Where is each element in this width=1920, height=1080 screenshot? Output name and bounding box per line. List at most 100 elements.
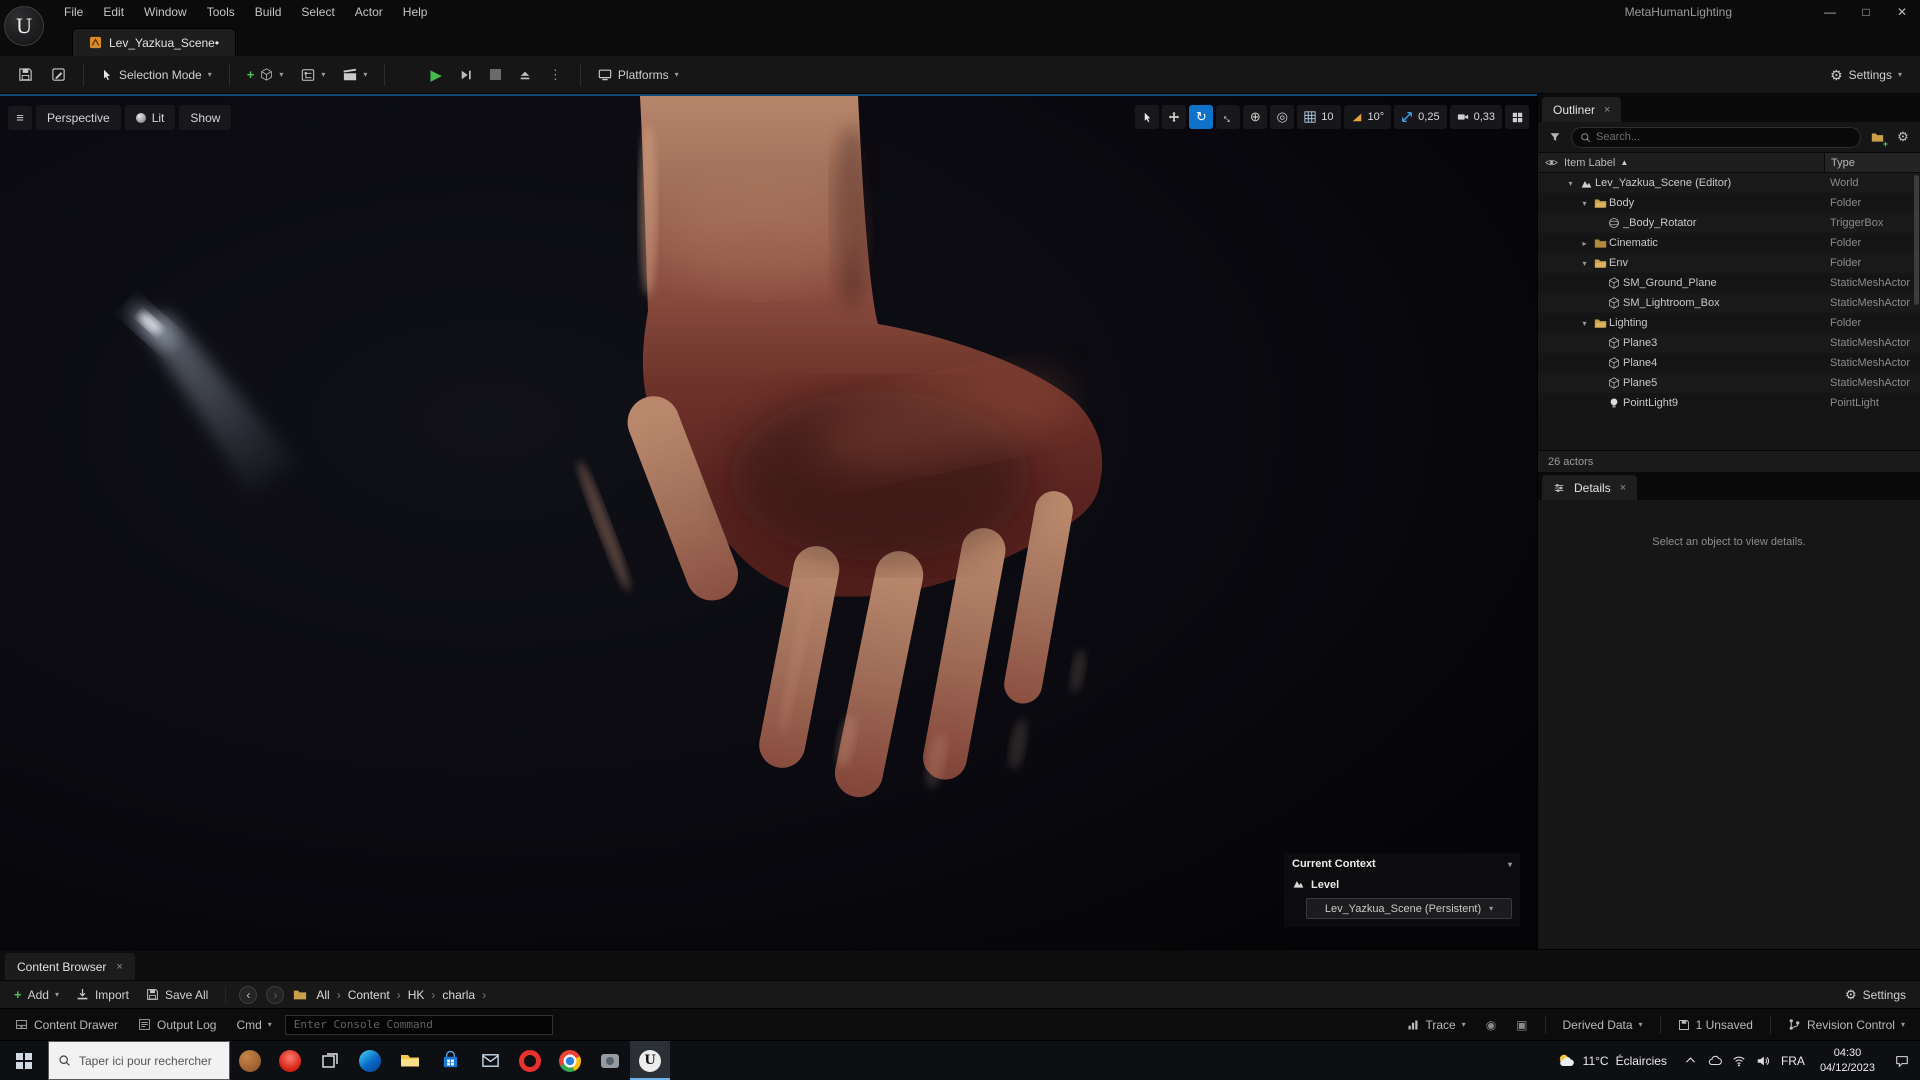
new-folder-button[interactable]: + [1867,127,1887,147]
menu-tools[interactable]: Tools [197,0,245,24]
outliner-scrollbar[interactable] [1914,175,1919,305]
outliner-row[interactable]: Plane4StaticMeshActor [1538,353,1920,373]
scale-tool-button[interactable]: ↔ [1216,105,1240,129]
outliner-row[interactable]: Plane5StaticMeshActor [1538,373,1920,393]
outliner-row[interactable]: ▾LightingFolder [1538,313,1920,333]
play-button[interactable]: ▶ [422,60,450,90]
perspective-dropdown[interactable]: Perspective [36,105,121,130]
settings-dropdown[interactable]: ⚙ Settings ▾ [1822,60,1910,90]
viewport-layout-button[interactable] [1505,105,1529,129]
rotate-tool-button[interactable]: ↻ [1189,105,1213,129]
save-all-button[interactable]: Save All [142,983,212,1007]
editor-modes-button[interactable] [43,60,74,90]
taskbar-search[interactable] [48,1041,230,1080]
outliner-row[interactable]: ▾EnvFolder [1538,253,1920,273]
start-button[interactable] [0,1041,48,1080]
unreal-logo[interactable]: U [4,6,44,46]
outliner-row[interactable]: SM_Ground_PlaneStaticMeshActor [1538,273,1920,293]
cmd-dropdown[interactable]: Cmd ▾ [229,1013,278,1037]
outliner-search-input[interactable] [1596,131,1852,143]
taskbar-mail[interactable] [470,1041,510,1080]
level-viewport[interactable]: ≡ Perspective Lit Show ↻ ↔ ⊕ ◎ 10 [0,94,1537,949]
breadcrumb-all[interactable]: All [316,988,329,1002]
close-icon[interactable]: × [1604,104,1610,116]
taskbar-microsoft-store[interactable] [430,1041,470,1080]
platforms-dropdown[interactable]: Platforms ▾ [590,60,687,90]
status-insights-button[interactable]: ◉ [1479,1013,1503,1037]
taskbar-clock[interactable]: 04:30 04/12/2023 [1811,1041,1884,1080]
current-context-header[interactable]: Current Context ▾ [1284,853,1520,875]
breadcrumb-charla[interactable]: charla [442,988,475,1002]
context-level-dropdown[interactable]: Lev_Yazkua_Scene (Persistent) ▾ [1306,898,1512,919]
expander-icon[interactable]: ▾ [1578,199,1591,208]
outliner-row[interactable]: ▾BodyFolder [1538,193,1920,213]
outliner-row[interactable]: PointLight9PointLight [1538,393,1920,413]
camera-speed-control[interactable]: 0,33 [1450,105,1502,129]
status-screenshot-button[interactable]: ▣ [1509,1013,1534,1037]
menu-select[interactable]: Select [291,0,344,24]
revision-control-dropdown[interactable]: Revision Control ▾ [1781,1013,1912,1037]
outliner-row[interactable]: ▸CinematicFolder [1538,233,1920,253]
tray-chevron-up-icon[interactable] [1679,1041,1703,1080]
tab-details[interactable]: Details × [1542,475,1637,500]
menu-actor[interactable]: Actor [345,0,393,24]
taskbar-file-explorer[interactable] [390,1041,430,1080]
close-icon[interactable]: × [1620,482,1626,494]
navigate-back-button[interactable]: ‹ [239,986,257,1004]
language-indicator[interactable]: FRA [1775,1041,1811,1080]
visibility-eye-icon[interactable] [1538,156,1564,169]
outliner-row[interactable]: SM_Lightroom_BoxStaticMeshActor [1538,293,1920,313]
breadcrumb-content[interactable]: Content [348,988,390,1002]
outliner-filter-button[interactable] [1545,127,1565,147]
maximize-button[interactable]: □ [1848,0,1884,24]
skip-button[interactable] [452,60,480,90]
tab-content-browser[interactable]: Content Browser × [5,953,135,980]
viewport-menu-button[interactable]: ≡ [8,106,32,130]
selection-mode-dropdown[interactable]: Selection Mode ▾ [93,60,220,90]
expander-icon[interactable]: ▾ [1578,319,1591,328]
grid-snap-control[interactable]: 10 [1297,105,1340,129]
scale-snap-control[interactable]: 0,25 [1394,105,1446,129]
import-button[interactable]: Import [72,983,133,1007]
output-log-button[interactable]: Output Log [131,1013,223,1037]
menu-edit[interactable]: Edit [93,0,134,24]
add-button[interactable]: + Add ▾ [10,983,63,1007]
outliner-row[interactable]: Plane3StaticMeshActor [1538,333,1920,353]
expander-icon[interactable]: ▾ [1564,179,1577,188]
select-tool-button[interactable] [1135,105,1159,129]
taskbar-task-view[interactable] [310,1041,350,1080]
menu-help[interactable]: Help [393,0,438,24]
menu-build[interactable]: Build [245,0,292,24]
close-icon[interactable]: × [116,961,122,973]
onedrive-cloud-icon[interactable] [1703,1041,1727,1080]
menu-window[interactable]: Window [134,0,197,24]
show-dropdown[interactable]: Show [179,105,231,130]
taskbar-chrome[interactable] [550,1041,590,1080]
surface-snap-button[interactable]: ◎ [1270,105,1294,129]
close-button[interactable]: ✕ [1884,0,1920,24]
blueprints-button[interactable]: ▾ [293,60,333,90]
taskbar-unreal-editor[interactable]: U [630,1041,670,1080]
expander-icon[interactable]: ▾ [1578,259,1591,268]
console-command-input[interactable] [285,1015,553,1035]
taskbar-gingerbread-app[interactable] [230,1041,270,1080]
outliner-row[interactable]: _Body_RotatorTriggerBox [1538,213,1920,233]
outliner-row[interactable]: ▾Lev_Yazkua_Scene (Editor)World [1538,173,1920,193]
taskbar-capture-tool[interactable] [590,1041,630,1080]
viewport-scene[interactable] [0,96,1537,949]
content-drawer-button[interactable]: Content Drawer [8,1013,125,1037]
content-browser-settings-button[interactable]: ⚙ Settings [1841,983,1910,1007]
trace-dropdown[interactable]: Trace ▾ [1400,1013,1472,1037]
network-icon[interactable] [1727,1041,1751,1080]
taskbar-weather[interactable]: 11°C Éclaircies [1544,1041,1679,1080]
taskbar-red-browser-app[interactable] [270,1041,310,1080]
taskbar-search-input[interactable] [79,1054,213,1068]
taskbar-opera[interactable] [510,1041,550,1080]
play-options-button[interactable]: ⋮ [541,60,571,90]
outliner-settings-button[interactable]: ⚙ [1893,127,1913,147]
move-tool-button[interactable] [1162,105,1186,129]
expander-icon[interactable]: ▸ [1578,239,1591,248]
unsaved-button[interactable]: 1 Unsaved [1671,1013,1760,1037]
cinematics-button[interactable]: ▾ [335,60,375,90]
launch-button[interactable] [511,60,539,90]
